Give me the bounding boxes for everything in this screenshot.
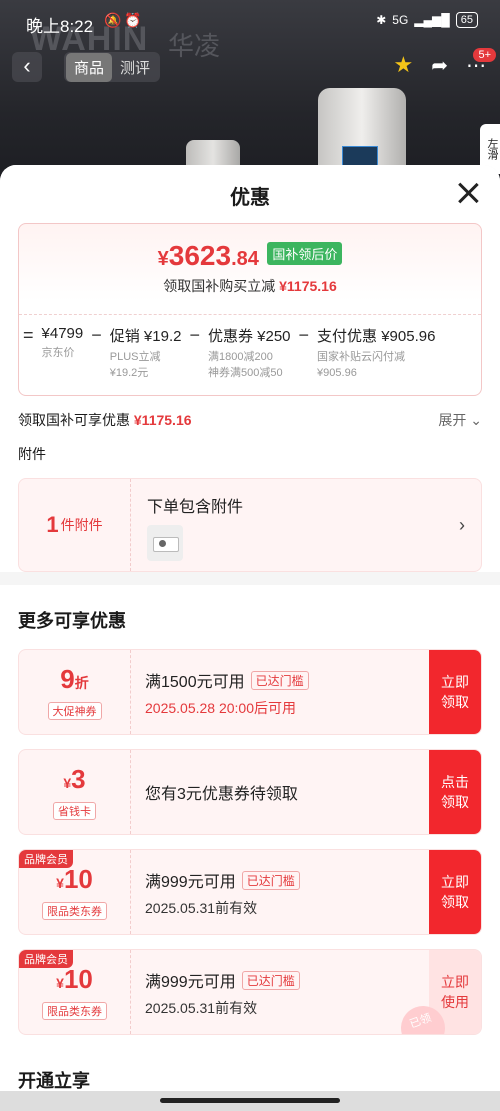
subsidy-price-tag: 国补领后价: [267, 242, 343, 265]
discount-sheet: 优惠 ¥3623.84 国补领后价 领取国补购买立减 ¥1175.16 = ¥4…: [0, 165, 500, 1111]
claim-coupon-button[interactable]: 立即 领取: [429, 650, 481, 734]
price-breakdown: = ¥4799 京东价 − 促销 ¥19.2 PLUS立减 ¥19.2元 − 优…: [19, 314, 481, 395]
coupon-value: 10: [63, 963, 93, 994]
more-discounts-title: 更多可享优惠: [18, 611, 126, 631]
coupon-value-block: 9折 大促神券: [19, 650, 131, 734]
coupon-value-block: ¥10 限品类东券: [19, 850, 131, 934]
status-time: 晚上8:22: [26, 17, 94, 36]
coupon-card: 9折 大促神券 满1500元可用 已达门槛 2025.05.28 20:00后可用…: [18, 649, 482, 735]
breakdown-jd-price: ¥4799 京东价: [41, 325, 84, 359]
coupon-threshold: 满999元可用: [145, 874, 236, 891]
price-integer: 3623: [168, 240, 232, 271]
final-price: ¥3623.84 国补领后价: [19, 240, 481, 272]
price-section: ¥3623.84 国补领后价 领取国补购买立减 ¥1175.16 = ¥4799…: [0, 223, 500, 572]
expand-button[interactable]: 展开 ⌄: [438, 410, 482, 430]
network-label: 5G: [392, 13, 409, 27]
price-decimal: .84: [231, 248, 259, 270]
attachment-thumbnail: [147, 525, 183, 561]
product-page-background: WAHIN 华凌 晚上8:22 🔕 ⏰ ✱ 5G ▂▄▆█ 65 ‹ 商品 测评…: [0, 0, 500, 190]
price-sub-text: 领取国补购买立减 ¥1175.16: [163, 278, 337, 294]
coupon-message: 您有3元优惠券待领取: [145, 786, 298, 803]
threshold-reached-badge: 已达门槛: [250, 670, 309, 690]
coupon-card: 品牌会员 ¥10 限品类东券 满999元可用 已达门槛 2025.05.31前有效…: [18, 949, 482, 1035]
attachment-section-label: 附件: [18, 446, 46, 462]
coupon-type-tag: 省钱卡: [53, 801, 96, 820]
sheet-header: 优惠: [0, 165, 500, 223]
signal-icon: ▂▄▆█: [414, 13, 450, 27]
claim-coupon-button[interactable]: 点击 领取: [429, 750, 481, 834]
subsidy-row: 领取国补可享优惠 ¥1175.16 展开 ⌄: [18, 410, 482, 430]
price-sub-amount: ¥1175.16: [279, 278, 337, 294]
coupon-value-block: ¥3 省钱卡: [19, 750, 131, 834]
coupon-validity: 2025.05.31前有效: [145, 1000, 258, 1016]
coupon-type-tag: 限品类东券: [42, 1001, 107, 1020]
coupon-value-block: ¥10 限品类东券: [19, 950, 131, 1034]
subsidy-amount: ¥1175.16: [133, 412, 192, 428]
alarm-icon: ⏰: [124, 12, 142, 28]
breakdown-promotion: 促销 ¥19.2 PLUS立减 ¥19.2元: [109, 328, 182, 379]
price-card: ¥3623.84 国补领后价 领取国补购买立减 ¥1175.16 = ¥4799…: [18, 223, 482, 396]
chevron-right-icon: ›: [459, 515, 465, 535]
mute-icon: 🔕: [104, 12, 122, 28]
notification-badge: 5+: [473, 48, 496, 62]
threshold-reached-badge: 已达门槛: [241, 870, 300, 890]
breakdown-coupon: 优惠券 ¥250 满1800减200 神券满500减50: [207, 328, 291, 379]
attachment-count: 1 件附件: [19, 479, 131, 571]
claim-coupon-button[interactable]: 立即 领取: [429, 850, 481, 934]
coupon-card: 品牌会员 ¥10 限品类东券 满999元可用 已达门槛 2025.05.31前有效…: [18, 849, 482, 935]
attachment-title: 下单包含附件: [147, 499, 244, 516]
chevron-down-icon: ⌄: [470, 412, 482, 428]
coupon-type-tag: 大促神券: [47, 701, 102, 720]
coupon-threshold: 满1500元可用: [145, 674, 245, 691]
bluetooth-icon: ✱: [376, 13, 387, 27]
status-bar: 晚上8:22 🔕 ⏰ ✱ 5G ▂▄▆█ 65: [0, 0, 500, 44]
breakdown-payment: 支付优惠 ¥905.96 国家补贴云闪付减 ¥905.96: [317, 328, 436, 379]
tab-review[interactable]: 测评: [112, 53, 158, 82]
battery-indicator: 65: [455, 12, 478, 28]
coupon-value: 3: [71, 763, 86, 794]
coupon-validity: 2025.05.31前有效: [145, 900, 258, 916]
favorite-star-icon[interactable]: ★: [394, 52, 414, 78]
sheet-title: 优惠: [230, 187, 270, 209]
coupon-value: 9: [60, 663, 75, 694]
coupon-card: ¥3 省钱卡 您有3元优惠券待领取 点击 领取: [18, 749, 482, 835]
top-actions: ★ ➦ ⋯: [394, 52, 487, 78]
share-icon[interactable]: ➦: [431, 53, 448, 78]
threshold-reached-badge: 已达门槛: [241, 970, 300, 990]
coupon-type-tag: 限品类东券: [42, 901, 107, 920]
more-discounts-section: 更多可享优惠 9折 大促神券 满1500元可用 已达门槛 2025.05.28 2…: [0, 585, 500, 1111]
coupon-validity: 2025.05.28 20:00后可用: [145, 700, 296, 716]
attachment-card[interactable]: 1 件附件 下单包含附件 ›: [18, 478, 482, 572]
close-icon[interactable]: [454, 179, 482, 207]
back-button[interactable]: ‹: [12, 52, 42, 82]
coupon-value: 10: [63, 863, 93, 894]
home-indicator[interactable]: [160, 1098, 340, 1103]
coupon-threshold: 满999元可用: [145, 974, 236, 991]
tab-product[interactable]: 商品: [66, 52, 113, 82]
product-tabs: 商品 测评: [64, 52, 161, 82]
